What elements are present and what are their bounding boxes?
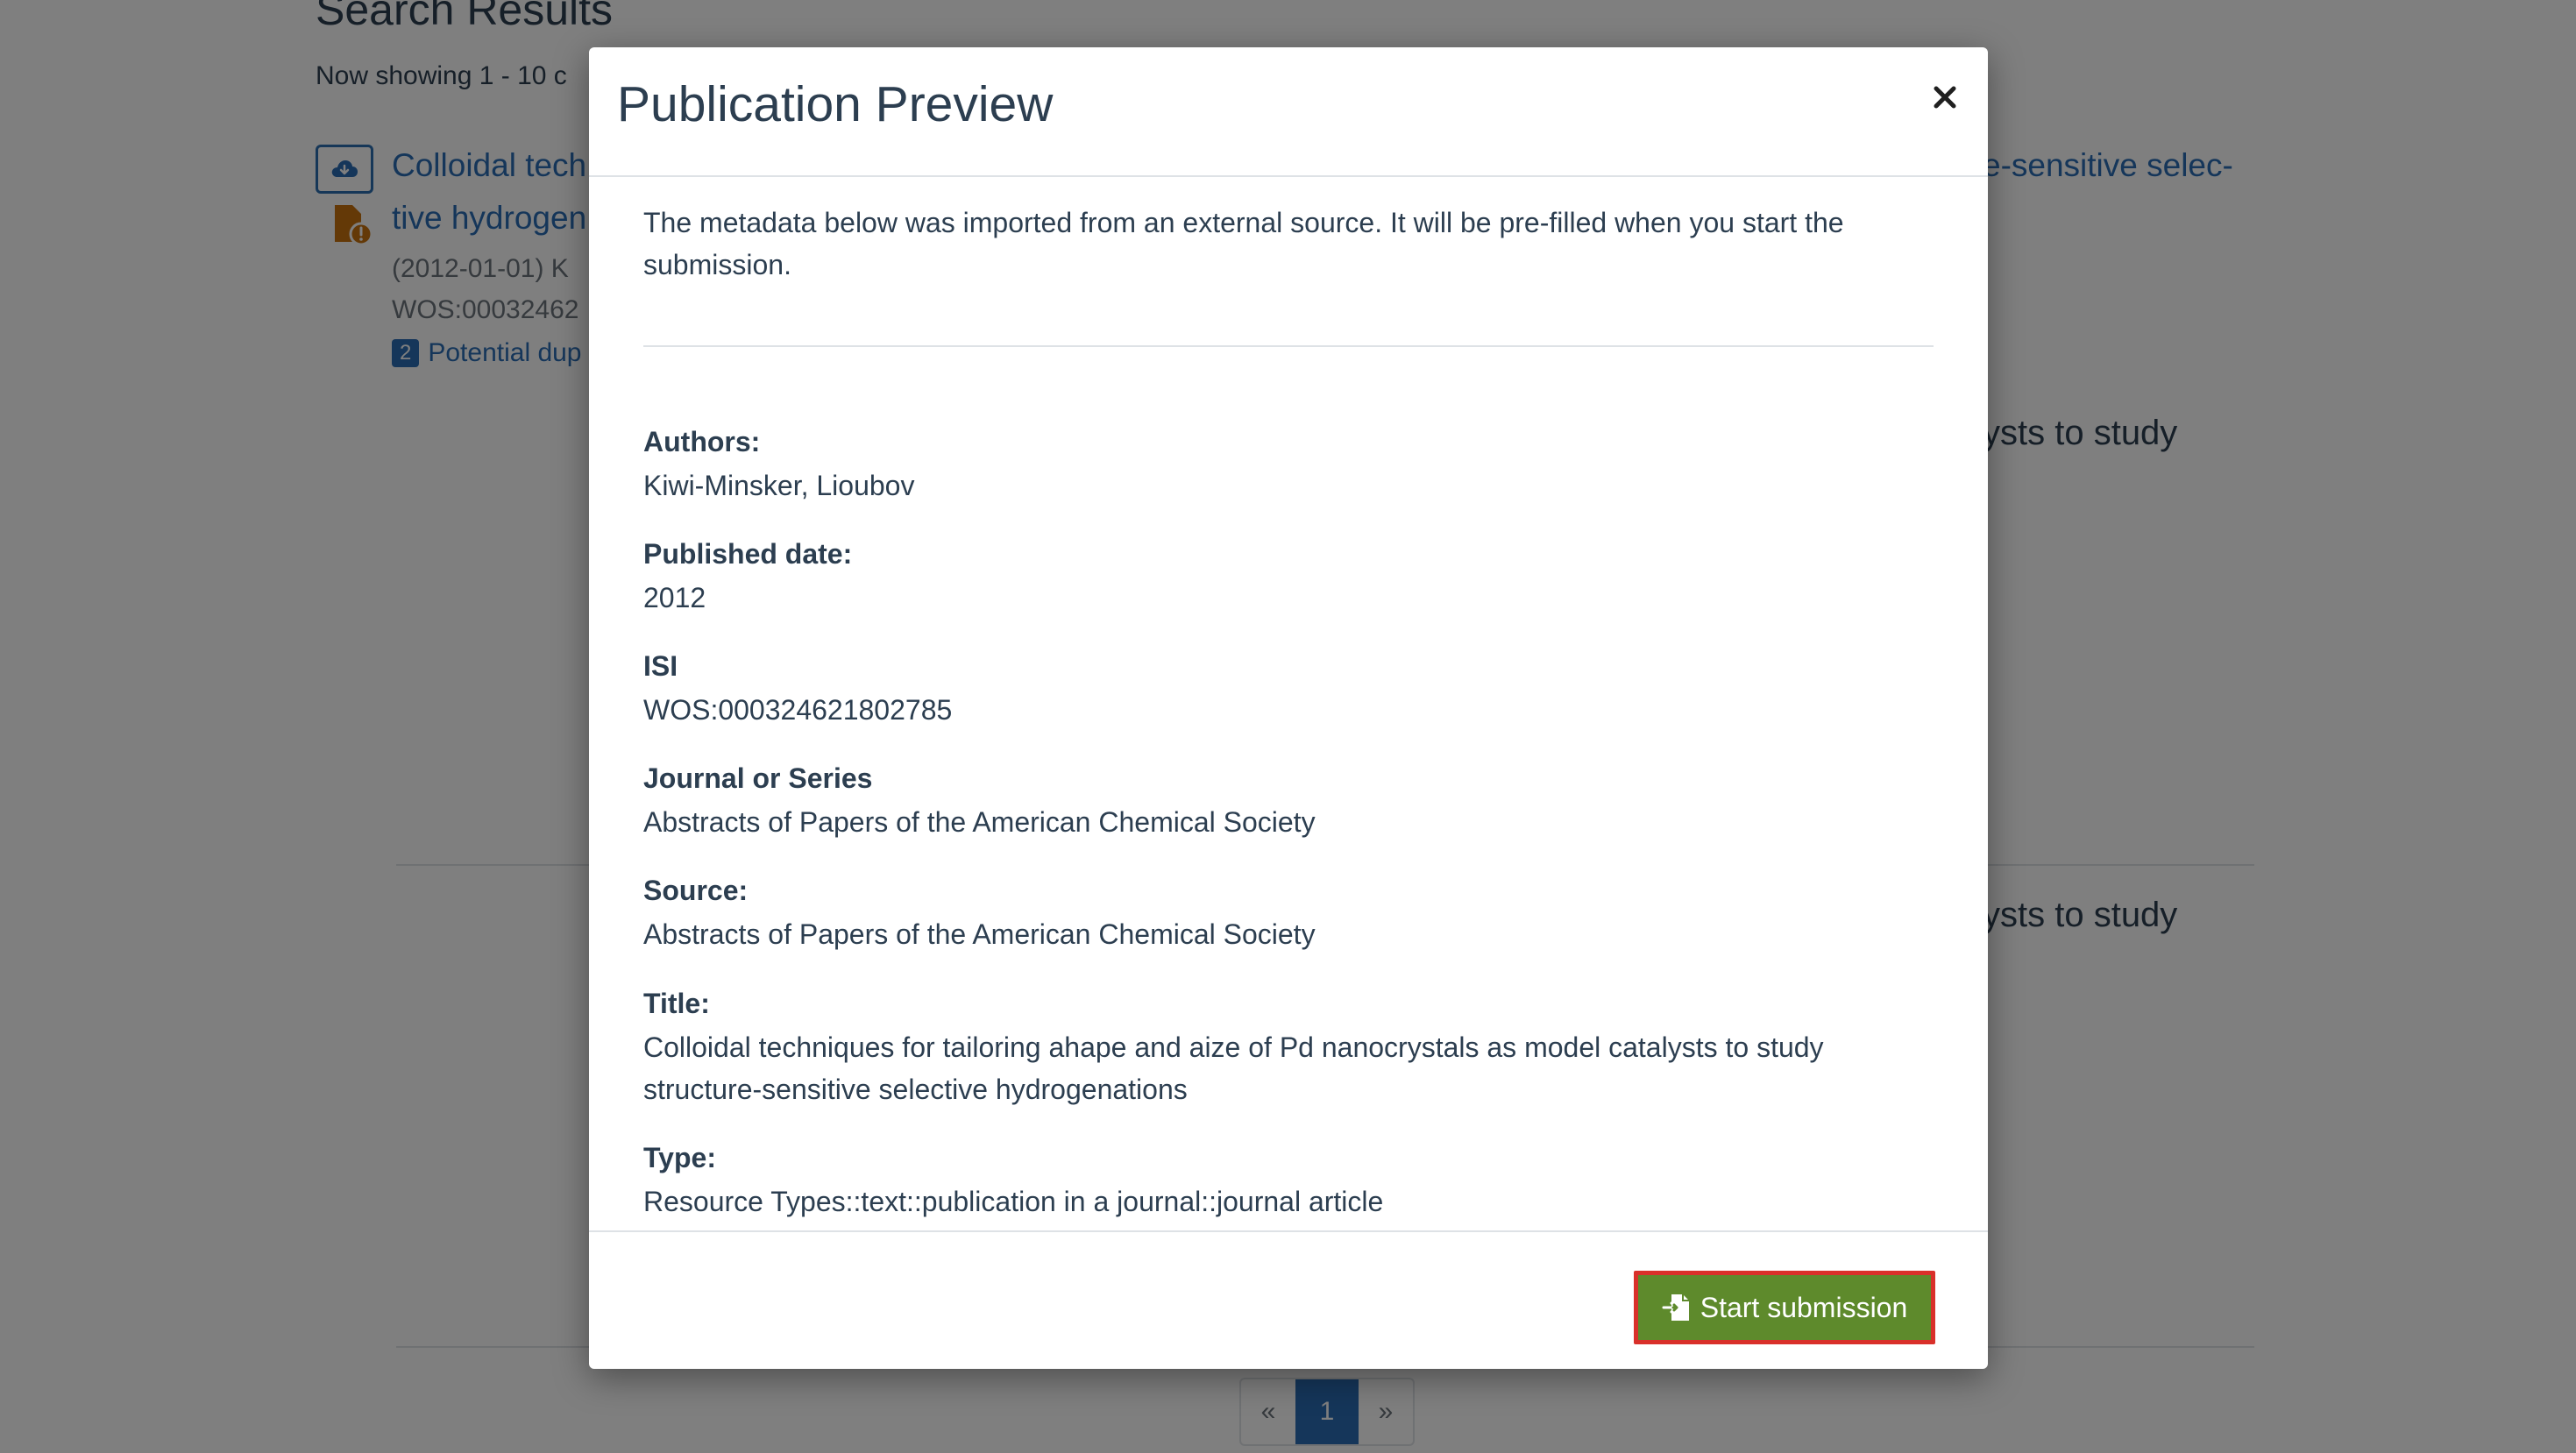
start-submission-label: Start submission: [1700, 1291, 1908, 1323]
start-submission-button[interactable]: Start submission: [1634, 1271, 1935, 1344]
type-label: Type:: [643, 1142, 716, 1173]
import-notice: The metadata below was imported from an …: [643, 207, 1844, 280]
close-button[interactable]: [1925, 77, 1965, 117]
file-import-icon: [1662, 1294, 1689, 1321]
published-date-label: Published date:: [643, 538, 853, 570]
modal-footer: Start submission: [589, 1230, 1988, 1371]
title-label: Title:: [643, 988, 710, 1019]
title-value: Colloidal techniques for tailoring ahape…: [643, 1031, 1824, 1105]
isi-value: WOS:000324621802785: [643, 694, 953, 726]
authors-value: Kiwi-Minsker, Lioubov: [643, 470, 915, 501]
authors-label: Authors:: [643, 426, 761, 457]
close-icon: [1934, 86, 1956, 109]
source-label: Source:: [643, 875, 749, 906]
journal-label: Journal or Series: [643, 762, 873, 794]
source-value: Abstracts of Papers of the American Chem…: [643, 918, 1316, 950]
section-divider: [643, 345, 1934, 347]
isi-label: ISI: [643, 650, 678, 682]
type-value: Resource Types::text::publication in a j…: [643, 1186, 1384, 1217]
modal-header: Publication Preview: [589, 47, 1988, 177]
journal-value: Abstracts of Papers of the American Chem…: [643, 806, 1316, 838]
publication-preview-modal: Publication Preview The metadata below w…: [589, 47, 1988, 1369]
modal-title: Publication Preview: [617, 76, 1054, 132]
published-date-value: 2012: [643, 582, 706, 613]
